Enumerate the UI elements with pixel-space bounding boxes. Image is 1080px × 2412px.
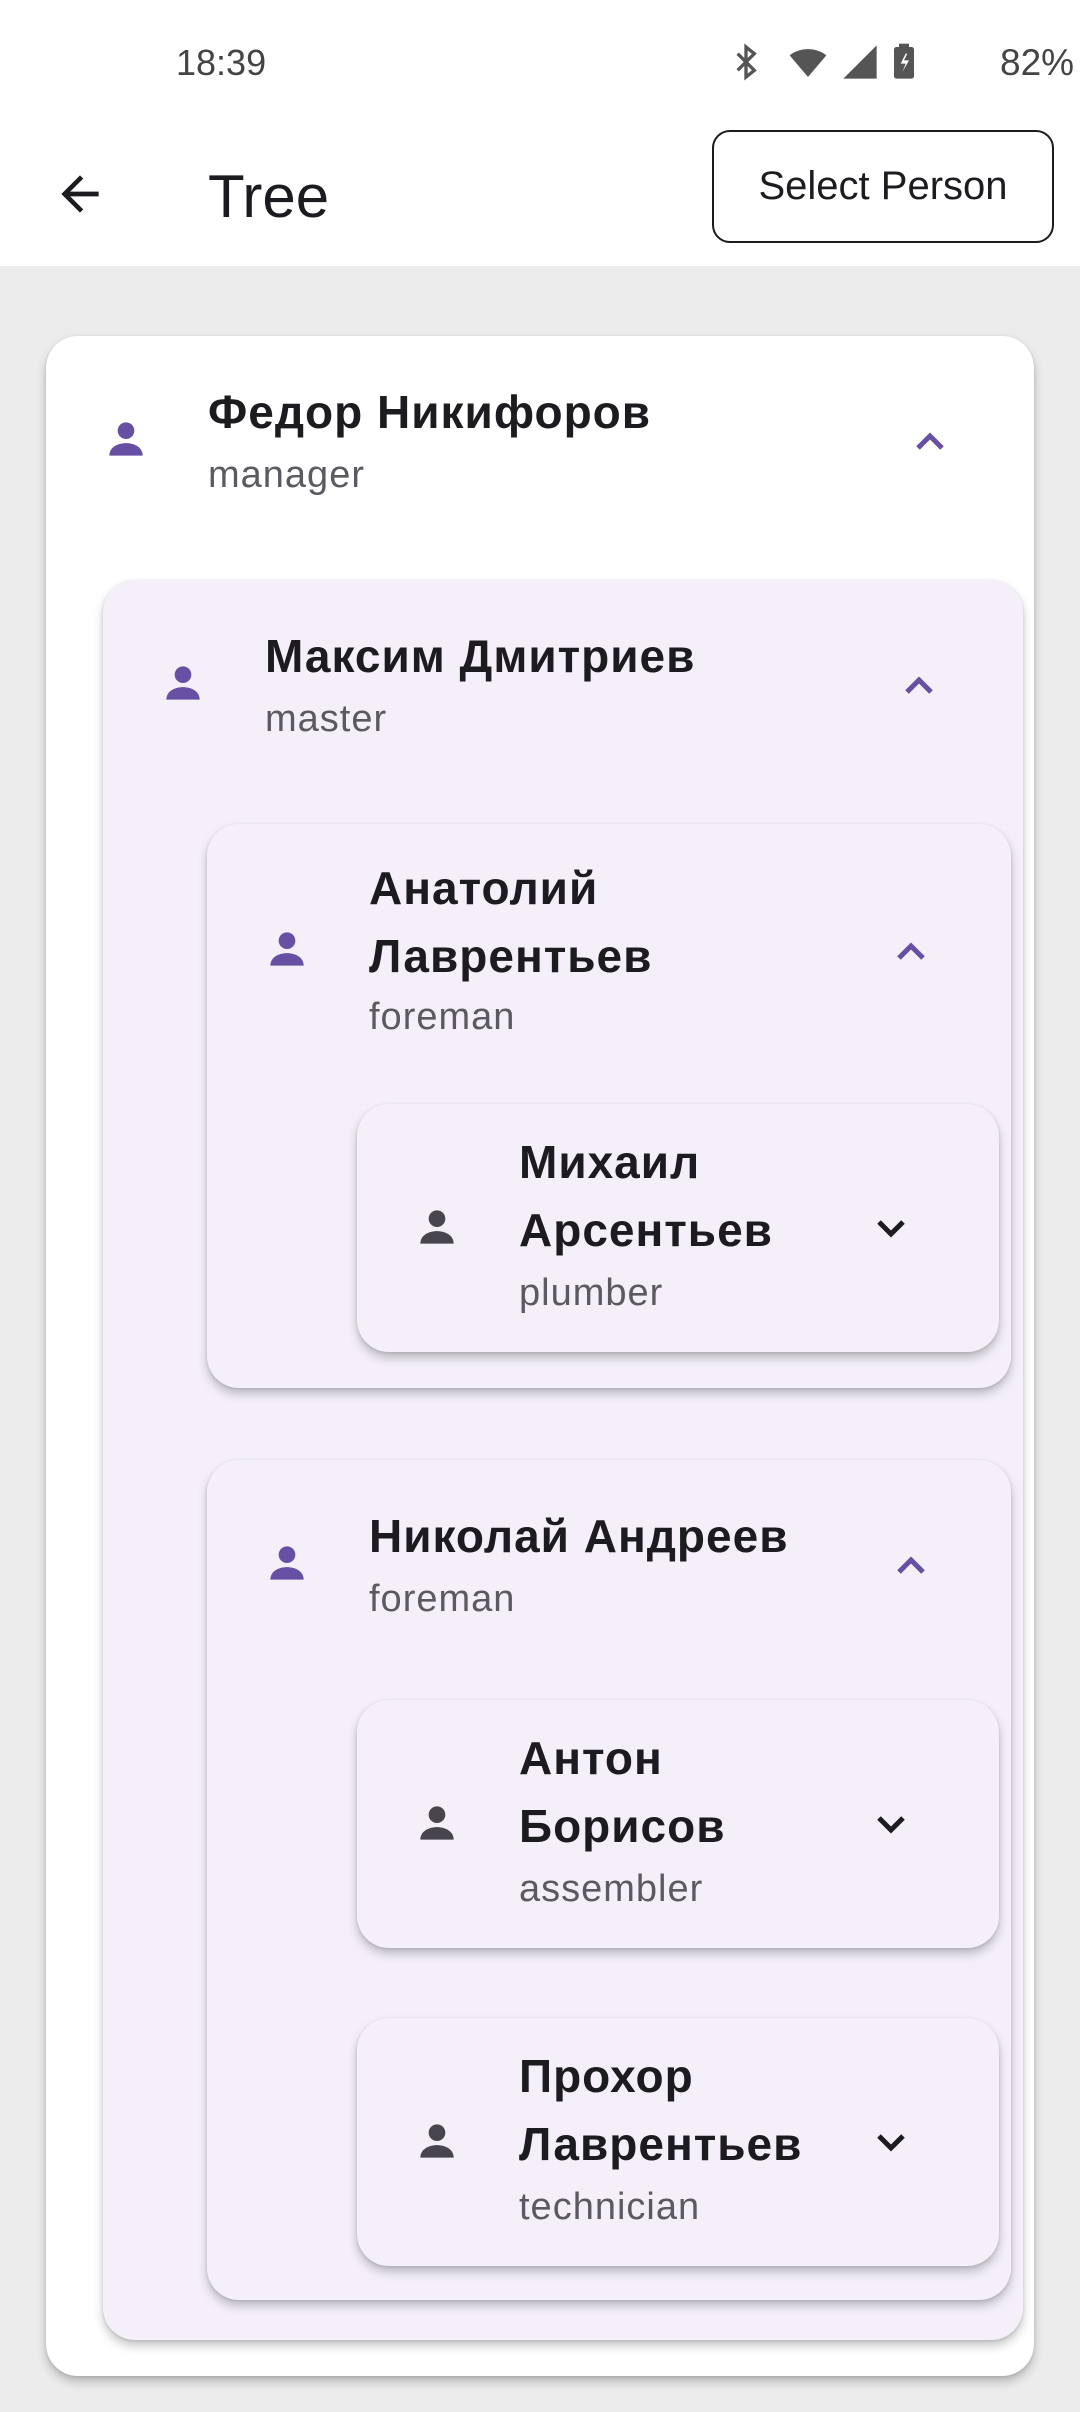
tree-node-master[interactable]: Максим Дмитриев master Анатолий Лавренть… [103, 580, 1023, 2340]
person-name-line1: Михаил [519, 1136, 701, 1188]
tree-node-worker-2[interactable]: Антон Борисов assembler [357, 1700, 999, 1948]
tree-node-foreman-2[interactable]: Николай Андреев foreman Антон Борисов as… [207, 1460, 1011, 2300]
select-person-button[interactable]: Select Person [712, 130, 1054, 243]
person-name-line1: Анатолий [369, 862, 599, 914]
chevron-up-icon[interactable] [887, 1542, 935, 1590]
chevron-up-icon[interactable] [895, 662, 943, 710]
person-name: Федор Никифоров [208, 386, 652, 438]
person-role: foreman [369, 1578, 516, 1620]
person-icon [420, 1210, 454, 1244]
status-bar: 18:39 82% [0, 0, 1080, 130]
tree-node-root[interactable]: Федор Никифоров manager Максим Дмитриев … [46, 336, 1034, 2376]
chevron-down-icon[interactable] [867, 2118, 915, 2166]
person-role: manager [208, 454, 365, 496]
person-icon [420, 2124, 454, 2158]
battery-icon [894, 43, 914, 79]
page-title: Tree [208, 163, 330, 230]
signal-icon [843, 45, 877, 79]
chevron-down-icon[interactable] [867, 1204, 915, 1252]
tree-node-worker-1[interactable]: Михаил Арсентьев plumber [357, 1104, 999, 1352]
person-name: Николай Андреев [369, 1510, 789, 1562]
person-name-line2: Арсентьев [519, 1204, 773, 1256]
person-name-line2: Лаврентьев [369, 930, 653, 982]
person-role: master [265, 698, 388, 740]
person-name-line2: Лаврентьев [519, 2118, 803, 2170]
person-role: technician [519, 2186, 701, 2228]
person-role: plumber [519, 1272, 664, 1314]
tree-node-foreman-1[interactable]: Анатолий Лаврентьев foreman Михаил Арсен… [207, 824, 1011, 1388]
person-icon [270, 932, 304, 966]
battery-percent: 82% [1000, 42, 1075, 83]
wifi-icon [789, 49, 827, 77]
person-icon [166, 666, 200, 700]
person-icon [109, 422, 143, 456]
person-icon [420, 1806, 454, 1840]
bluetooth-icon [736, 43, 757, 81]
person-name: Максим Дмитриев [265, 630, 696, 682]
person-role: assembler [519, 1868, 704, 1910]
status-time: 18:39 [176, 42, 267, 83]
person-name-line1: Антон [519, 1732, 663, 1784]
person-role: foreman [369, 996, 516, 1038]
back-button[interactable] [40, 154, 120, 234]
app-bar: Tree Select Person [0, 130, 1080, 266]
status-icons: 82% [680, 38, 1080, 88]
chevron-up-icon[interactable] [887, 928, 935, 976]
chevron-down-icon[interactable] [867, 1800, 915, 1848]
arrow-back-icon [61, 175, 99, 213]
person-name-line2: Борисов [519, 1800, 726, 1852]
tree-node-worker-3[interactable]: Прохор Лаврентьев technician [357, 2018, 999, 2266]
person-icon [270, 1546, 304, 1580]
chevron-up-icon[interactable] [906, 418, 954, 466]
person-name-line1: Прохор [519, 2050, 694, 2102]
